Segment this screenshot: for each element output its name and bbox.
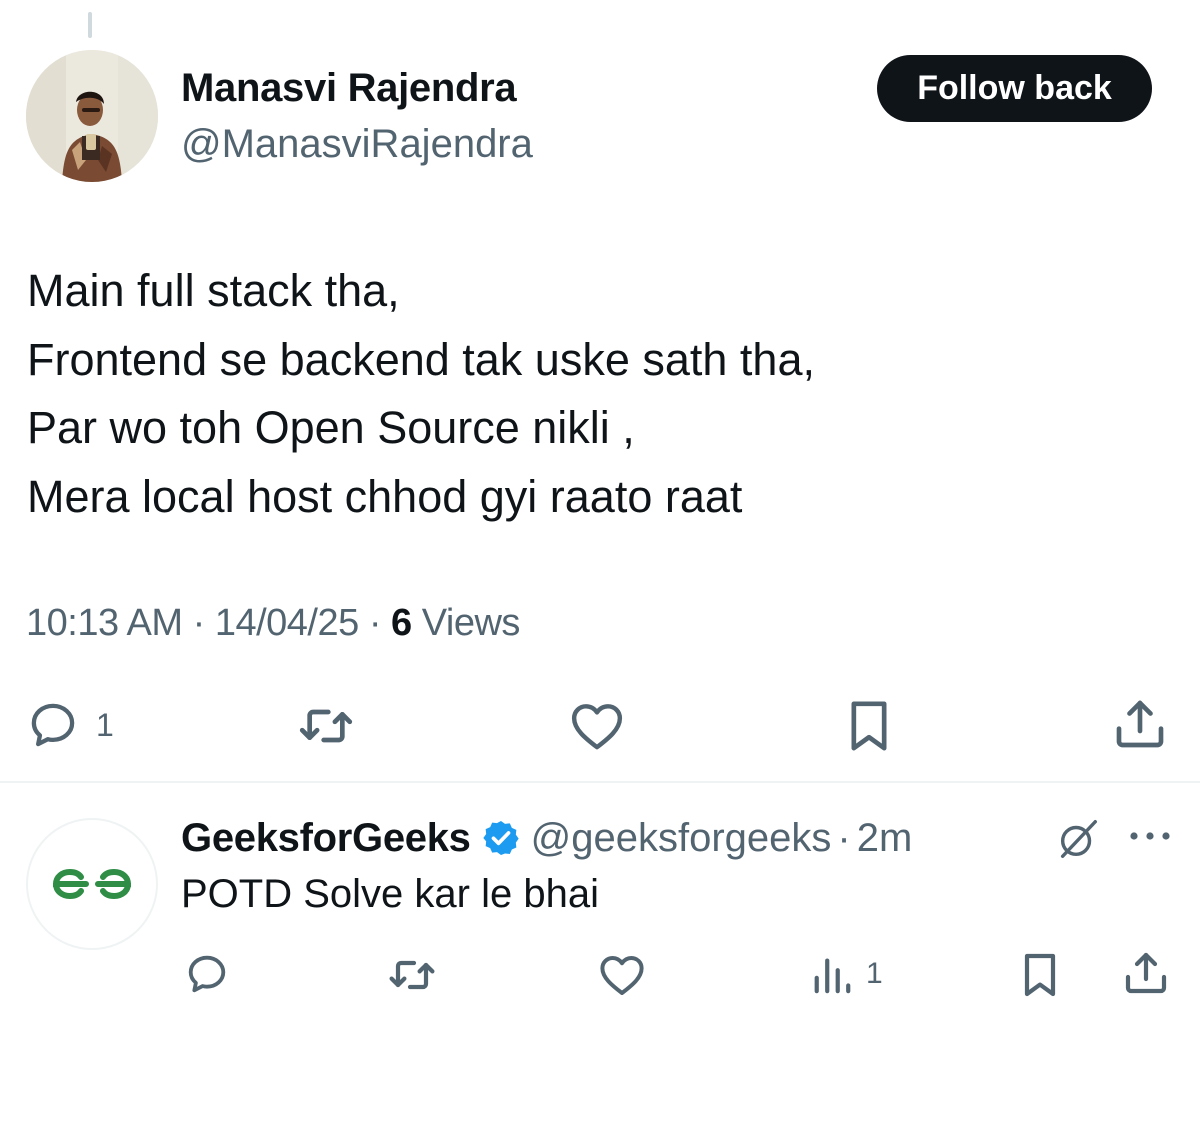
share-button[interactable] (1112, 696, 1168, 752)
reply-text: POTD Solve kar le bhai (181, 872, 599, 916)
author-photo (26, 50, 158, 182)
reply-button[interactable]: 1 (26, 698, 114, 752)
views-label[interactable]: Views (422, 602, 521, 644)
reply-author-avatar[interactable] (26, 818, 158, 950)
section-divider (0, 781, 1200, 783)
tweet-text: Main full stack tha, Frontend se backend… (27, 257, 815, 531)
retweet-icon (299, 709, 353, 743)
tweet-line: Frontend se backend tak uske sath tha, (27, 333, 815, 385)
reply-like-button[interactable] (598, 951, 646, 997)
author-handle[interactable]: @ManasviRajendra (181, 122, 533, 167)
bookmark-button[interactable] (842, 698, 896, 754)
views-count[interactable]: 6 (391, 602, 412, 644)
reply-views-button[interactable]: 1 (810, 953, 883, 995)
reply-retweet-button[interactable] (387, 953, 437, 997)
views-chart-icon (814, 958, 851, 994)
meta-separator: · (368, 602, 392, 644)
bookmark-icon (851, 701, 887, 751)
reply-reply-button[interactable] (184, 951, 230, 997)
reply-time[interactable]: 2m (857, 816, 913, 861)
share-icon (1116, 700, 1164, 748)
meta-separator: · (192, 602, 215, 644)
tweet-line: Mera local host chhod gyi raato raat (27, 470, 743, 522)
reply-views-count: 1 (866, 957, 883, 990)
tweet-meta: 10:13 AM · 14/04/25 · 6 Views (26, 602, 520, 645)
reply-share-button[interactable] (1122, 949, 1170, 997)
more-dots-icon[interactable] (1128, 828, 1172, 849)
reply-author-name[interactable]: GeeksforGeeks (181, 816, 471, 861)
grok-icon[interactable] (1055, 816, 1101, 867)
bookmark-icon (1024, 953, 1056, 997)
retweet-button[interactable] (298, 700, 354, 752)
reply-icon (31, 703, 75, 747)
reply-count: 1 (96, 706, 114, 743)
tweet-line: Main full stack tha, (27, 265, 400, 316)
heart-icon (600, 956, 644, 995)
reply-bookmark-button[interactable] (1018, 951, 1062, 999)
heart-icon (571, 704, 623, 750)
verified-badge-icon (481, 818, 521, 858)
author-avatar[interactable] (26, 50, 158, 182)
reply-author-handle[interactable]: @geeksforgeeks (531, 816, 832, 861)
retweet-icon (389, 960, 435, 990)
tweet-time[interactable]: 10:13 AM (26, 602, 183, 644)
follow-back-button[interactable]: Follow back (877, 55, 1152, 122)
author-name[interactable]: Manasvi Rajendra (181, 66, 517, 111)
geeksforgeeks-logo-icon (52, 868, 132, 900)
tweet-date[interactable]: 14/04/25 (215, 602, 359, 644)
reply-separator: · (837, 815, 851, 860)
share-icon (1125, 952, 1167, 994)
thread-connector-line (88, 12, 92, 38)
reply-icon (188, 955, 226, 993)
tweet-line: Par wo toh Open Source nikli , (27, 402, 635, 453)
reply-header: GeeksforGeeks @geeksforgeeks · 2m (181, 812, 912, 864)
like-button[interactable] (569, 699, 625, 751)
